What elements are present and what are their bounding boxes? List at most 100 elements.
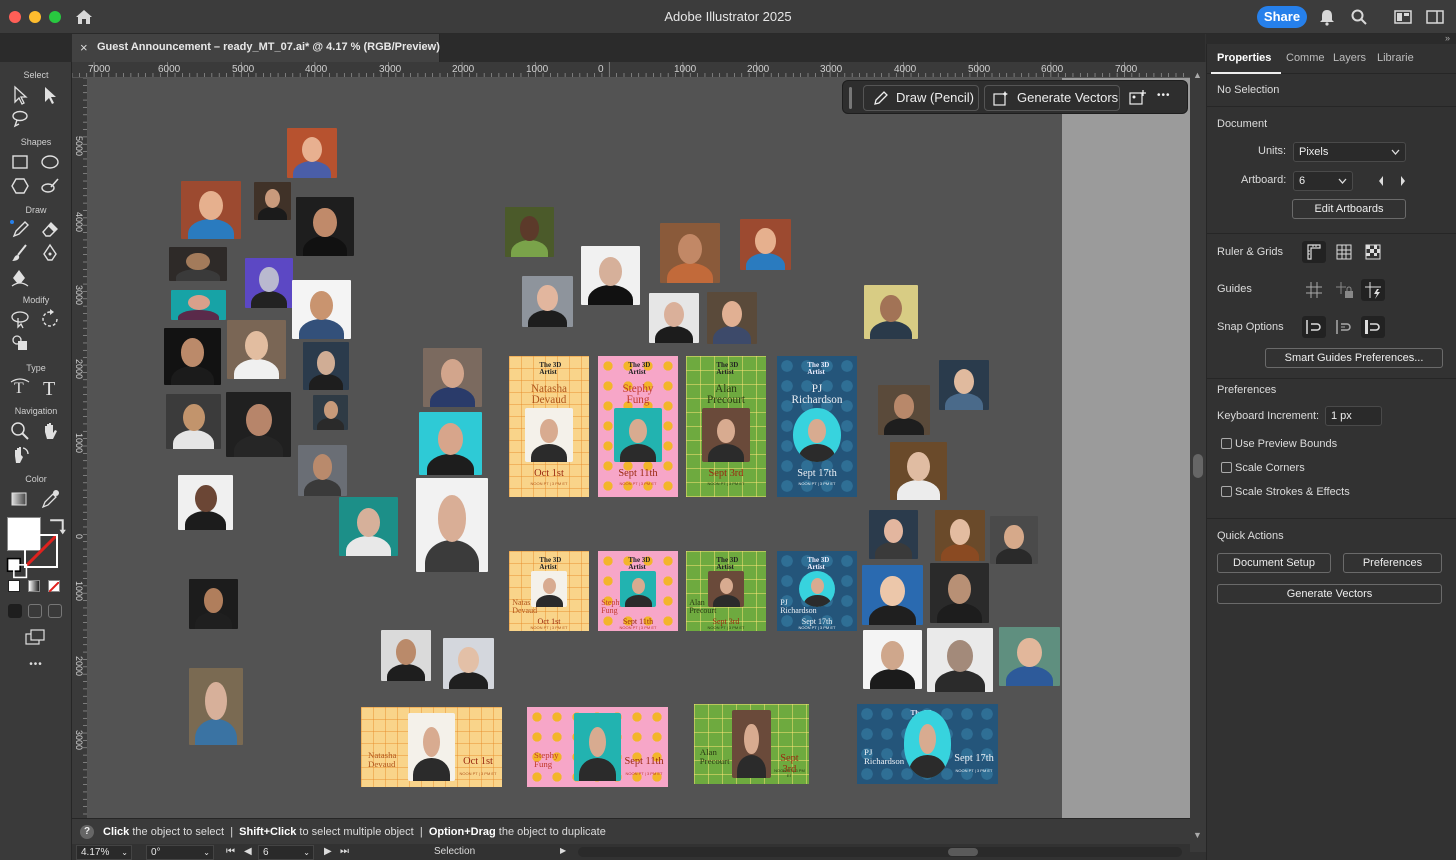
- portrait-image[interactable]: [171, 290, 226, 320]
- portrait-image[interactable]: [227, 320, 286, 379]
- rotate-view-tool-icon[interactable]: [9, 444, 31, 466]
- portrait-image[interactable]: [581, 246, 640, 305]
- portrait-image[interactable]: [890, 442, 947, 500]
- portrait-image[interactable]: [999, 627, 1060, 686]
- scroll-down-icon[interactable]: ▼: [1193, 830, 1202, 840]
- portrait-image[interactable]: [292, 280, 351, 339]
- portrait-image[interactable]: [169, 247, 227, 281]
- paintbrush-tool-icon[interactable]: [9, 242, 31, 264]
- drag-handle[interactable]: [849, 87, 852, 109]
- next-artboard-icon[interactable]: [1399, 175, 1407, 187]
- more-options-icon[interactable]: •••: [1157, 90, 1171, 101]
- type-tool-icon[interactable]: T: [39, 376, 61, 400]
- portrait-image[interactable]: [181, 181, 241, 239]
- portrait-image[interactable]: [423, 348, 482, 407]
- pencil-tool-icon[interactable]: [9, 218, 31, 240]
- selection-tool-icon[interactable]: [9, 84, 31, 106]
- portrait-image[interactable]: [990, 516, 1038, 564]
- artboard-navigation-field[interactable]: 6 ⌄: [258, 845, 314, 860]
- draw-behind-icon[interactable]: [28, 604, 42, 618]
- poster-artboard[interactable]: The 3DArtistStephyFungSept 11thNOON PT |…: [527, 707, 668, 787]
- snap-to-glyph-icon[interactable]: [1361, 316, 1385, 338]
- stroke-swatch[interactable]: [24, 534, 58, 568]
- portrait-image[interactable]: [298, 445, 347, 496]
- poster-artboard[interactable]: The 3DArtistPJRichardsonSept 17thNOON PT…: [777, 551, 857, 631]
- portrait-image[interactable]: [522, 276, 573, 327]
- eyedropper-tool-icon[interactable]: [39, 488, 61, 510]
- vertical-scrollbar[interactable]: ▲ ▼: [1190, 62, 1206, 852]
- preferences-button[interactable]: Preferences: [1343, 553, 1442, 573]
- type-on-path-tool-icon[interactable]: T: [9, 376, 31, 398]
- portrait-image[interactable]: [863, 630, 922, 689]
- eraser-tool-icon[interactable]: [39, 218, 61, 240]
- portrait-image[interactable]: [869, 510, 918, 559]
- portrait-image[interactable]: [862, 565, 923, 625]
- portrait-image[interactable]: [381, 630, 431, 681]
- poster-artboard[interactable]: The 3DArtistAlanPrecourtSept 3rdNOON PT …: [686, 551, 766, 631]
- poster-artboard[interactable]: The 3DArtistNatashaDevaudOct 1stNOON PT …: [509, 356, 589, 497]
- portrait-image[interactable]: [254, 182, 291, 220]
- portrait-image[interactable]: [166, 394, 221, 449]
- rectangle-tool-icon[interactable]: [9, 151, 31, 173]
- lasso-tool-icon[interactable]: [9, 108, 31, 130]
- generate-vectors-panel-button[interactable]: Generate Vectors: [1217, 584, 1442, 604]
- zoom-level-field[interactable]: 4.17% ⌄: [76, 845, 132, 860]
- minimize-window-button[interactable]: [29, 11, 41, 23]
- close-window-button[interactable]: [9, 11, 21, 23]
- transparency-grid-icon[interactable]: [1361, 241, 1385, 263]
- portrait-image[interactable]: [939, 360, 989, 410]
- portrait-image[interactable]: [189, 668, 243, 745]
- smart-guides-icon[interactable]: [1361, 279, 1385, 301]
- scroll-thumb[interactable]: [948, 848, 978, 856]
- poster-artboard[interactable]: The 3DArtistStephyFungSept 11thNOON PT |…: [598, 356, 678, 497]
- portrait-image[interactable]: [189, 579, 238, 629]
- portrait-image[interactable]: [287, 128, 337, 178]
- share-button[interactable]: Share: [1257, 6, 1307, 28]
- direct-selection-tool-icon[interactable]: [39, 84, 61, 106]
- draw-pencil-button[interactable]: Draw (Pencil): [863, 85, 979, 111]
- portrait-image[interactable]: [878, 385, 930, 435]
- hand-tool-icon[interactable]: [39, 420, 61, 442]
- zoom-tool-icon[interactable]: [9, 420, 31, 442]
- previous-artboard-icon[interactable]: [1377, 175, 1385, 187]
- portrait-image[interactable]: [927, 628, 993, 692]
- search-icon[interactable]: [1350, 8, 1368, 26]
- lock-guides-icon[interactable]: [1332, 279, 1356, 301]
- ellipse-tool-icon[interactable]: [39, 151, 61, 173]
- portrait-image[interactable]: [178, 475, 233, 530]
- first-artboard-icon[interactable]: ⏮: [226, 846, 235, 857]
- place-image-icon[interactable]: [1129, 89, 1147, 107]
- document-setup-button[interactable]: Document Setup: [1217, 553, 1331, 573]
- units-dropdown[interactable]: Pixels: [1293, 142, 1406, 162]
- scale-corners-checkbox[interactable]: [1221, 462, 1232, 473]
- draw-inside-icon[interactable]: [48, 604, 62, 618]
- edit-artboards-button[interactable]: Edit Artboards: [1292, 199, 1406, 219]
- edit-toolbar-icon[interactable]: •••: [0, 659, 72, 670]
- poster-artboard[interactable]: The 3DArtistAlanPrecourtSept 3rdNOON PT …: [686, 356, 766, 497]
- color-mode-icon[interactable]: [8, 580, 20, 592]
- scroll-thumb[interactable]: [1193, 454, 1203, 478]
- keyboard-increment-input[interactable]: 1 px: [1325, 406, 1382, 426]
- portrait-image[interactable]: [296, 197, 354, 256]
- poster-artboard[interactable]: The 3DArtistAlanPrecourtSept 3rdNOON PT …: [694, 704, 809, 784]
- next-artboard-icon[interactable]: ▶: [324, 846, 332, 857]
- portrait-image[interactable]: [313, 395, 348, 430]
- scale-strokes-effects-checkbox[interactable]: [1221, 486, 1232, 497]
- swap-fill-stroke-icon[interactable]: [47, 514, 66, 535]
- poster-artboard[interactable]: The 3DArtistPJRichardsonSept 17thNOON PT…: [857, 704, 998, 784]
- portrait-image[interactable]: [419, 412, 482, 475]
- horizontal-ruler[interactable]: 7000 6000 5000 4000 3000 2000 1000 0 100…: [72, 62, 1190, 78]
- collapse-panels-icon[interactable]: »: [1445, 33, 1450, 43]
- show-grid-icon[interactable]: [1332, 241, 1356, 263]
- use-preview-bounds-checkbox[interactable]: [1221, 438, 1232, 449]
- draw-normal-icon[interactable]: [8, 604, 22, 618]
- poster-artboard[interactable]: The 3DArtistNatashaDevaudOct 1stNOON PT …: [509, 551, 589, 631]
- tab-properties[interactable]: Properties: [1217, 52, 1271, 64]
- tab-libraries[interactable]: Librarie: [1377, 52, 1414, 64]
- rotate-tool-icon[interactable]: [39, 308, 61, 330]
- polygon-tool-icon[interactable]: [9, 175, 31, 197]
- default-fill-stroke-icon[interactable]: [6, 557, 28, 579]
- tab-layers[interactable]: Layers: [1333, 52, 1366, 64]
- horizontal-scrollbar[interactable]: [578, 847, 1182, 857]
- portrait-image[interactable]: [245, 258, 293, 308]
